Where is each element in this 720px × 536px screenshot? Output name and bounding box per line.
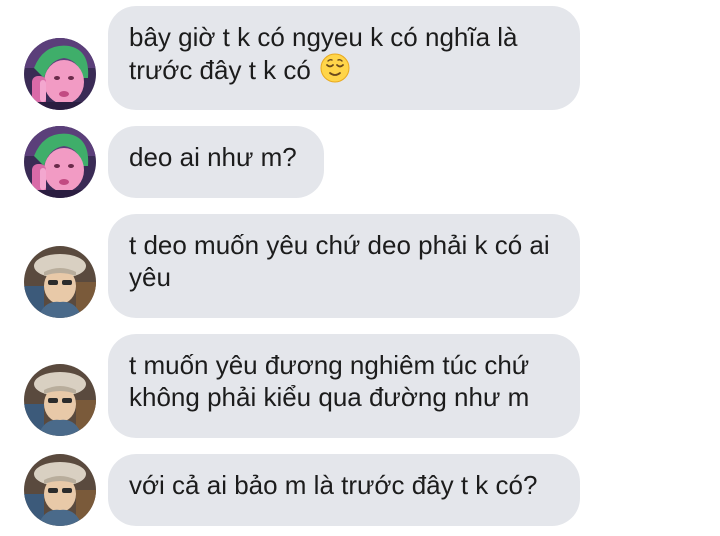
avatar-pink-haired[interactable] — [24, 38, 96, 110]
message-row: t muốn yêu đương nghiêm túc chứ không ph… — [0, 326, 720, 444]
message-text: t deo muốn yêu chứ deo phải k có ai yêu — [129, 230, 550, 292]
avatar-pink-haired-image — [24, 38, 96, 110]
message-bubble[interactable]: với cả ai bảo m là trước đây t k có? — [108, 454, 580, 526]
avatar-beret[interactable] — [24, 246, 96, 318]
message-bubble[interactable]: t muốn yêu đương nghiêm túc chứ không ph… — [108, 334, 580, 438]
message-bubble[interactable]: bây giờ t k có ngyeu k có nghĩa là trước… — [108, 6, 580, 110]
message-bubble[interactable]: t deo muốn yêu chứ deo phải k có ai yêu — [108, 214, 580, 318]
message-text: với cả ai bảo m là trước đây t k có? — [129, 470, 538, 500]
message-text: t muốn yêu đương nghiêm túc chứ không ph… — [129, 350, 530, 412]
avatar-beret-image — [24, 454, 96, 526]
avatar-pink-haired-image — [24, 126, 96, 198]
avatar-beret[interactable] — [24, 364, 96, 436]
avatar-beret[interactable] — [24, 454, 96, 526]
message-bubble[interactable]: deo ai như m? — [108, 126, 324, 198]
message-row: với cả ai bảo m là trước đây t k có? — [0, 444, 720, 536]
avatar-pink-haired[interactable] — [24, 126, 96, 198]
message-text: deo ai như m? — [129, 142, 297, 172]
chat-thread: bây giờ t k có ngyeu k có nghĩa là trước… — [0, 0, 720, 536]
avatar-beret-image — [24, 364, 96, 436]
avatar-beret-image — [24, 246, 96, 318]
message-row: bây giờ t k có ngyeu k có nghĩa là trước… — [0, 0, 720, 118]
message-row: t deo muốn yêu chứ deo phải k có ai yêu — [0, 210, 720, 326]
message-row: deo ai như m? — [0, 118, 720, 210]
relieved-face-icon — [320, 53, 350, 83]
